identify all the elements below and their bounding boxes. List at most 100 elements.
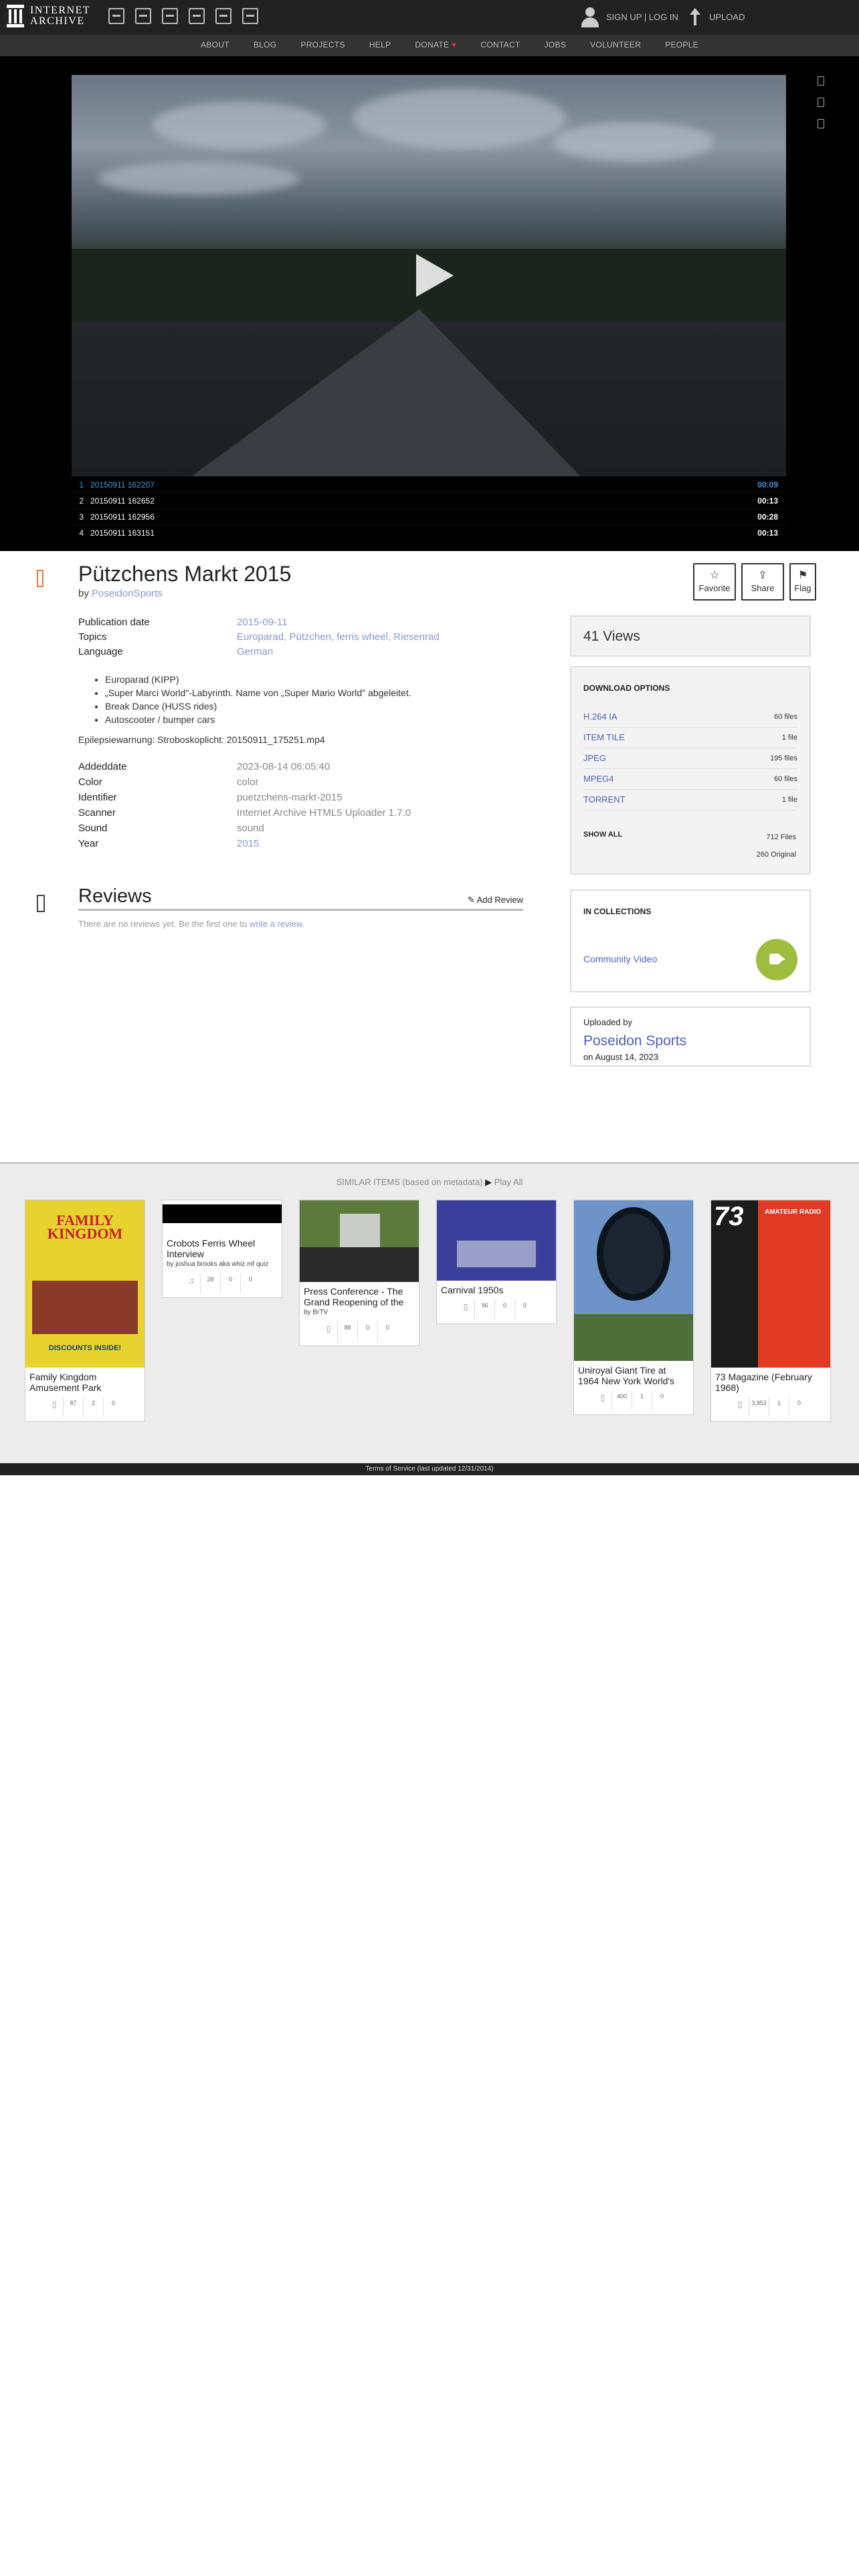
- meta-value: 2023-08-14 06:05:40: [237, 761, 330, 772]
- collection-link[interactable]: Community Video: [583, 954, 657, 964]
- upload-label[interactable]: UPLOAD: [709, 12, 745, 22]
- images-icon[interactable]: [242, 8, 258, 24]
- nav-help[interactable]: HELP: [369, 40, 391, 49]
- nav-about[interactable]: ABOUT: [201, 40, 229, 49]
- thumb-image: [574, 1314, 693, 1361]
- card-thumbnail[interactable]: [437, 1200, 556, 1281]
- card-thumbnail[interactable]: [163, 1200, 282, 1234]
- fullscreen-icon[interactable]: [818, 98, 824, 107]
- meta-key: Color: [78, 776, 102, 788]
- road: [192, 309, 580, 476]
- video-icon[interactable]: [162, 8, 178, 24]
- top-bar: INTERNET ARCHIVE SIGN UP | LOG IN UPLOAD: [0, 0, 859, 35]
- meta-key: Language: [78, 646, 123, 657]
- similar-card[interactable]: Uniroyal Giant Tire at 1964 New York Wor…: [573, 1200, 694, 1415]
- playlist-toggle-icon[interactable]: [818, 76, 824, 86]
- share-button[interactable]: ⇪ Share: [741, 563, 784, 601]
- meta-key: Year: [78, 838, 99, 849]
- video-frame[interactable]: [72, 75, 786, 476]
- total-files[interactable]: 712 Files: [766, 833, 796, 841]
- playlist-row[interactable]: 2 20150911 162652 00:13: [72, 492, 786, 508]
- flag-button[interactable]: ⚑ Flag: [789, 563, 816, 601]
- nav-people[interactable]: PEOPLE: [665, 40, 698, 49]
- meta-value[interactable]: 2015-09-11: [237, 617, 288, 628]
- card-title[interactable]: Carnival 1950s: [437, 1281, 556, 1295]
- card-stats: ▯ 96 0 0: [457, 1299, 556, 1319]
- download-format[interactable]: TORRENT: [583, 794, 626, 804]
- texts-icon: ▯: [737, 1400, 743, 1409]
- video-camera-icon[interactable]: [756, 939, 797, 980]
- card-thumbnail[interactable]: [300, 1200, 419, 1282]
- download-format[interactable]: JPEG: [583, 753, 606, 763]
- creator-link[interactable]: PoseidonSports: [92, 588, 163, 599]
- add-review-label[interactable]: Add Review: [477, 895, 523, 905]
- meta-value[interactable]: Europarad, Pützchen, ferris wheel, Riese…: [237, 631, 440, 643]
- nav-contact[interactable]: CONTACT: [480, 40, 520, 49]
- similar-card[interactable]: Carnival 1950s ▯ 96 0 0: [436, 1200, 557, 1324]
- download-format[interactable]: ITEM TILE: [583, 732, 625, 742]
- similar-card[interactable]: Press Conference - The Grand Reopening o…: [299, 1200, 419, 1346]
- download-count: 195 files: [770, 754, 797, 762]
- uploader-link[interactable]: Poseidon Sports: [583, 1033, 686, 1049]
- signup-login-link[interactable]: SIGN UP | LOG IN: [581, 6, 678, 27]
- card-title[interactable]: Crobots Ferris Wheel Interview: [163, 1234, 282, 1259]
- write-review-link[interactable]: write a review.: [250, 919, 304, 929]
- signup-label[interactable]: SIGN UP | LOG IN: [606, 12, 678, 22]
- star-icon: ☆: [709, 570, 720, 581]
- playlist-row[interactable]: 3 20150911 162956 00:28: [72, 508, 786, 524]
- play-all-icon[interactable]: ▶: [485, 1177, 492, 1187]
- settings-icon[interactable]: [818, 119, 824, 128]
- download-row[interactable]: ITEM TILE 1 file: [583, 728, 797, 748]
- download-count: 60 files: [774, 713, 797, 721]
- description-item: Europarad (KIPP): [105, 673, 411, 686]
- meta-value[interactable]: 2015: [237, 838, 259, 849]
- meta-key: Sound: [78, 823, 108, 834]
- heart-icon: ♥: [451, 40, 457, 49]
- add-review-button[interactable]: ✎ Add Review: [468, 895, 523, 905]
- playlist-row[interactable]: 1 20150911 162207 00:09: [72, 476, 786, 492]
- download-row[interactable]: MPEG4 60 files: [583, 770, 797, 790]
- upload-link[interactable]: UPLOAD: [688, 8, 745, 25]
- similar-card[interactable]: FAMILY KINGDOM DISCOUNTS INSIDE! Family …: [25, 1200, 145, 1422]
- nav-volunteer[interactable]: VOLUNTEER: [590, 40, 641, 49]
- nav-jobs[interactable]: JOBS: [545, 40, 567, 49]
- software-icon[interactable]: [215, 8, 231, 24]
- card-thumbnail[interactable]: 73 AMATEUR RADIO: [711, 1200, 830, 1368]
- download-row[interactable]: TORRENT 1 file: [583, 790, 797, 811]
- download-format[interactable]: MPEG4: [583, 774, 614, 784]
- meta-value: Internet Archive HTML5 Uploader 1.7.0: [237, 807, 411, 819]
- nav-donate-label[interactable]: DONATE: [415, 40, 449, 49]
- favorite-label: Favorite: [698, 583, 731, 593]
- audio-icon[interactable]: [189, 8, 205, 24]
- internet-archive-logo[interactable]: INTERNET ARCHIVE: [7, 5, 90, 27]
- nav-projects[interactable]: PROJECTS: [300, 40, 345, 49]
- card-title[interactable]: Family Kingdom Amusement Park: [25, 1368, 145, 1393]
- byline: by PoseidonSports: [78, 588, 163, 599]
- show-all-button[interactable]: SHOW ALL: [583, 831, 622, 839]
- similar-card[interactable]: 73 AMATEUR RADIO 73 Magazine (February 1…: [710, 1200, 831, 1422]
- download-row[interactable]: H.264 IA 60 files: [583, 708, 797, 728]
- card-title[interactable]: Uniroyal Giant Tire at 1964 New York Wor…: [574, 1361, 693, 1386]
- nav-donate[interactable]: DONATE ♥: [415, 40, 456, 49]
- user-icon: [581, 6, 599, 27]
- play-icon[interactable]: [416, 254, 454, 297]
- views-box: 41 Views: [570, 615, 811, 657]
- terms-link[interactable]: Terms of Service (last updated 12/31/201…: [365, 1465, 493, 1473]
- meta-value[interactable]: German: [237, 646, 273, 657]
- card-title[interactable]: 73 Magazine (February 1968): [711, 1368, 830, 1393]
- card-thumbnail[interactable]: [574, 1200, 693, 1361]
- texts-icon[interactable]: [135, 8, 151, 24]
- download-row[interactable]: JPEG 195 files: [583, 749, 797, 769]
- similar-card[interactable]: Crobots Ferris Wheel Interview by joshua…: [162, 1200, 282, 1298]
- play-all-link[interactable]: Play All: [494, 1177, 523, 1187]
- web-icon[interactable]: [108, 8, 124, 24]
- playlist-row[interactable]: 4 20150911 163151 00:13: [72, 524, 786, 540]
- favorite-button[interactable]: ☆ Favorite: [693, 563, 736, 601]
- card-thumbnail[interactable]: FAMILY KINGDOM DISCOUNTS INSIDE!: [25, 1200, 145, 1368]
- card-title[interactable]: Press Conference - The Grand Reopening o…: [300, 1282, 419, 1307]
- playlist-duration: 00:09: [757, 479, 778, 490]
- download-format[interactable]: H.264 IA: [583, 712, 617, 722]
- cloud: [553, 122, 714, 162]
- nav-blog[interactable]: BLOG: [254, 40, 277, 49]
- description-item: Break Dance (HUSS rides): [105, 700, 411, 713]
